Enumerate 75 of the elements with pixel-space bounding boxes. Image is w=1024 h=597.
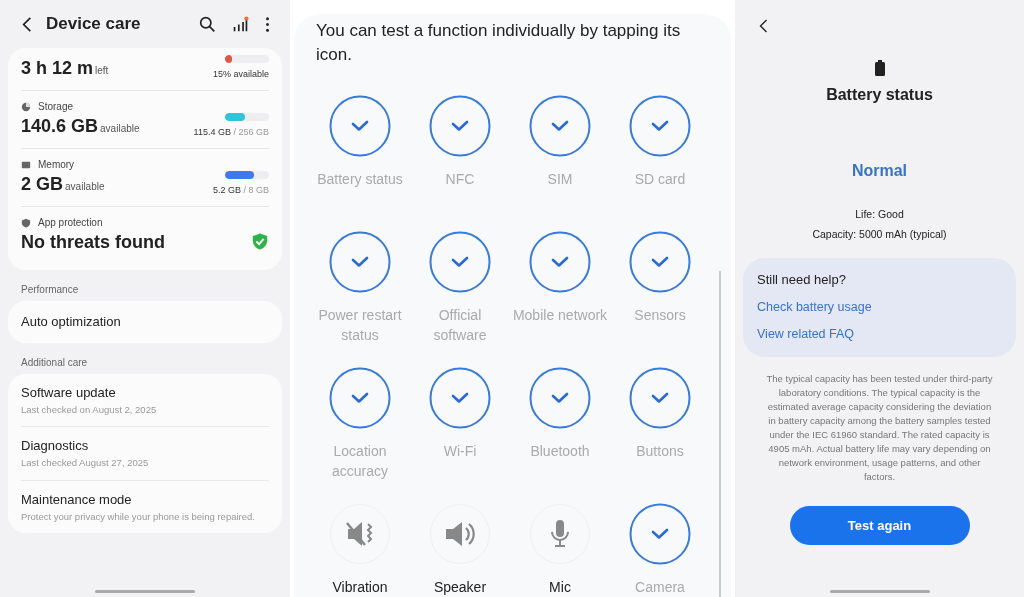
battery-bar <box>225 55 269 63</box>
check-circle-icon[interactable] <box>629 231 691 293</box>
test-label: Power restart status <box>317 306 403 345</box>
protection-status: No threats found <box>21 232 165 252</box>
meter-value: 140.6 GB available <box>21 116 140 136</box>
battery-detail: Capacity: 5000 mAh (typical) <box>812 227 947 242</box>
check-circle-icon[interactable] <box>429 231 491 293</box>
usage-reading: 5.2 GB / 8 GB <box>212 185 269 195</box>
protection-label: App protection <box>38 217 103 228</box>
usage-bar <box>225 113 269 121</box>
test-label: Speaker <box>432 578 488 597</box>
battery-reading: 15% available <box>212 69 269 79</box>
mute-vibration-icon[interactable] <box>329 503 391 565</box>
check-circle-icon[interactable] <box>629 95 691 157</box>
test-again-button[interactable]: Test again <box>789 506 970 545</box>
test-label: Wi-Fi <box>442 442 478 461</box>
intro-text: You can test a function individually by tapping its icon. <box>315 20 682 66</box>
disclaimer-text: The typical capacity has been tested under third-party laboratory conditions. The typical capacity is the estimated average capacity considering the deviation in battery capacity among the battery samples tested under the IEC 61960 standard. The rated capacity is 4905 mAh. Actual battery life may vary depending on network environment, usage patterns, and other factors. <box>765 372 994 484</box>
meter-label: Memory <box>38 159 75 170</box>
storage-icon <box>21 101 31 112</box>
test-label: SD card <box>633 170 687 189</box>
chart-icon[interactable] <box>232 15 249 33</box>
check-circle-icon[interactable] <box>529 231 591 293</box>
list-item-title[interactable]: Auto optimization <box>21 314 269 329</box>
shield-check-icon <box>251 232 269 251</box>
battery-icon <box>874 60 885 76</box>
back-icon[interactable] <box>759 18 768 34</box>
screen-title: Device care <box>46 14 142 34</box>
check-circle-icon[interactable] <box>529 95 591 157</box>
test-label: Mic <box>548 578 572 597</box>
battery-detail: Life: Good <box>855 207 904 222</box>
chip-icon <box>21 159 31 170</box>
shield-icon <box>21 217 31 228</box>
test-label: Mobile network <box>512 306 608 325</box>
test-label: NFC <box>444 170 476 189</box>
check-circle-icon[interactable] <box>629 503 691 565</box>
check-circle-icon[interactable] <box>629 367 691 429</box>
check-circle-icon[interactable] <box>529 367 591 429</box>
page-title: Battery status <box>826 86 933 104</box>
help-link[interactable]: Check battery usage <box>757 300 872 314</box>
check-circle-icon[interactable] <box>329 95 391 157</box>
section-heading: Additional care <box>20 356 89 370</box>
test-label: Location accuracy <box>331 442 389 481</box>
test-label: Bluetooth <box>529 442 591 461</box>
check-circle-icon[interactable] <box>429 95 491 157</box>
test-label: SIM <box>546 170 574 189</box>
speaker-icon[interactable] <box>429 503 491 565</box>
test-label: Battery status <box>316 170 404 189</box>
check-circle-icon[interactable] <box>329 367 391 429</box>
list-item-title[interactable]: Maintenance mode <box>21 491 269 507</box>
meter-value: 2 GB available <box>21 174 105 194</box>
back-icon[interactable] <box>22 15 32 33</box>
more-icon[interactable] <box>265 15 270 33</box>
check-circle-icon[interactable] <box>429 367 491 429</box>
test-label: Sensors <box>633 306 687 325</box>
battery-time: 3 h 12 m left <box>21 58 109 78</box>
help-link[interactable]: View related FAQ <box>757 327 855 341</box>
usage-bar <box>225 171 269 179</box>
list-item-subtitle: Last checked August 27, 2025 <box>21 456 150 470</box>
check-circle-icon[interactable] <box>329 231 391 293</box>
list-item-subtitle: Protect your privacy while your phone is being repaired. <box>21 509 256 523</box>
list-item-subtitle: Last checked on August 2, 2025 <box>21 403 158 417</box>
microphone-icon[interactable] <box>529 503 591 565</box>
test-label: Official software <box>432 306 488 345</box>
test-label: Vibration <box>331 578 389 597</box>
test-label: Camera <box>634 578 686 597</box>
section-heading: Performance <box>20 283 80 297</box>
battery-status-value: Normal <box>851 162 908 180</box>
meter-label: Storage <box>38 101 74 112</box>
list-item-title[interactable]: Diagnostics <box>21 438 269 454</box>
list-item-title[interactable]: Software update <box>21 385 269 400</box>
search-icon[interactable] <box>199 15 216 33</box>
usage-reading: 115.4 GB / 256 GB <box>193 127 269 137</box>
test-label: Buttons <box>635 442 685 461</box>
help-heading: Still need help? <box>757 272 846 287</box>
